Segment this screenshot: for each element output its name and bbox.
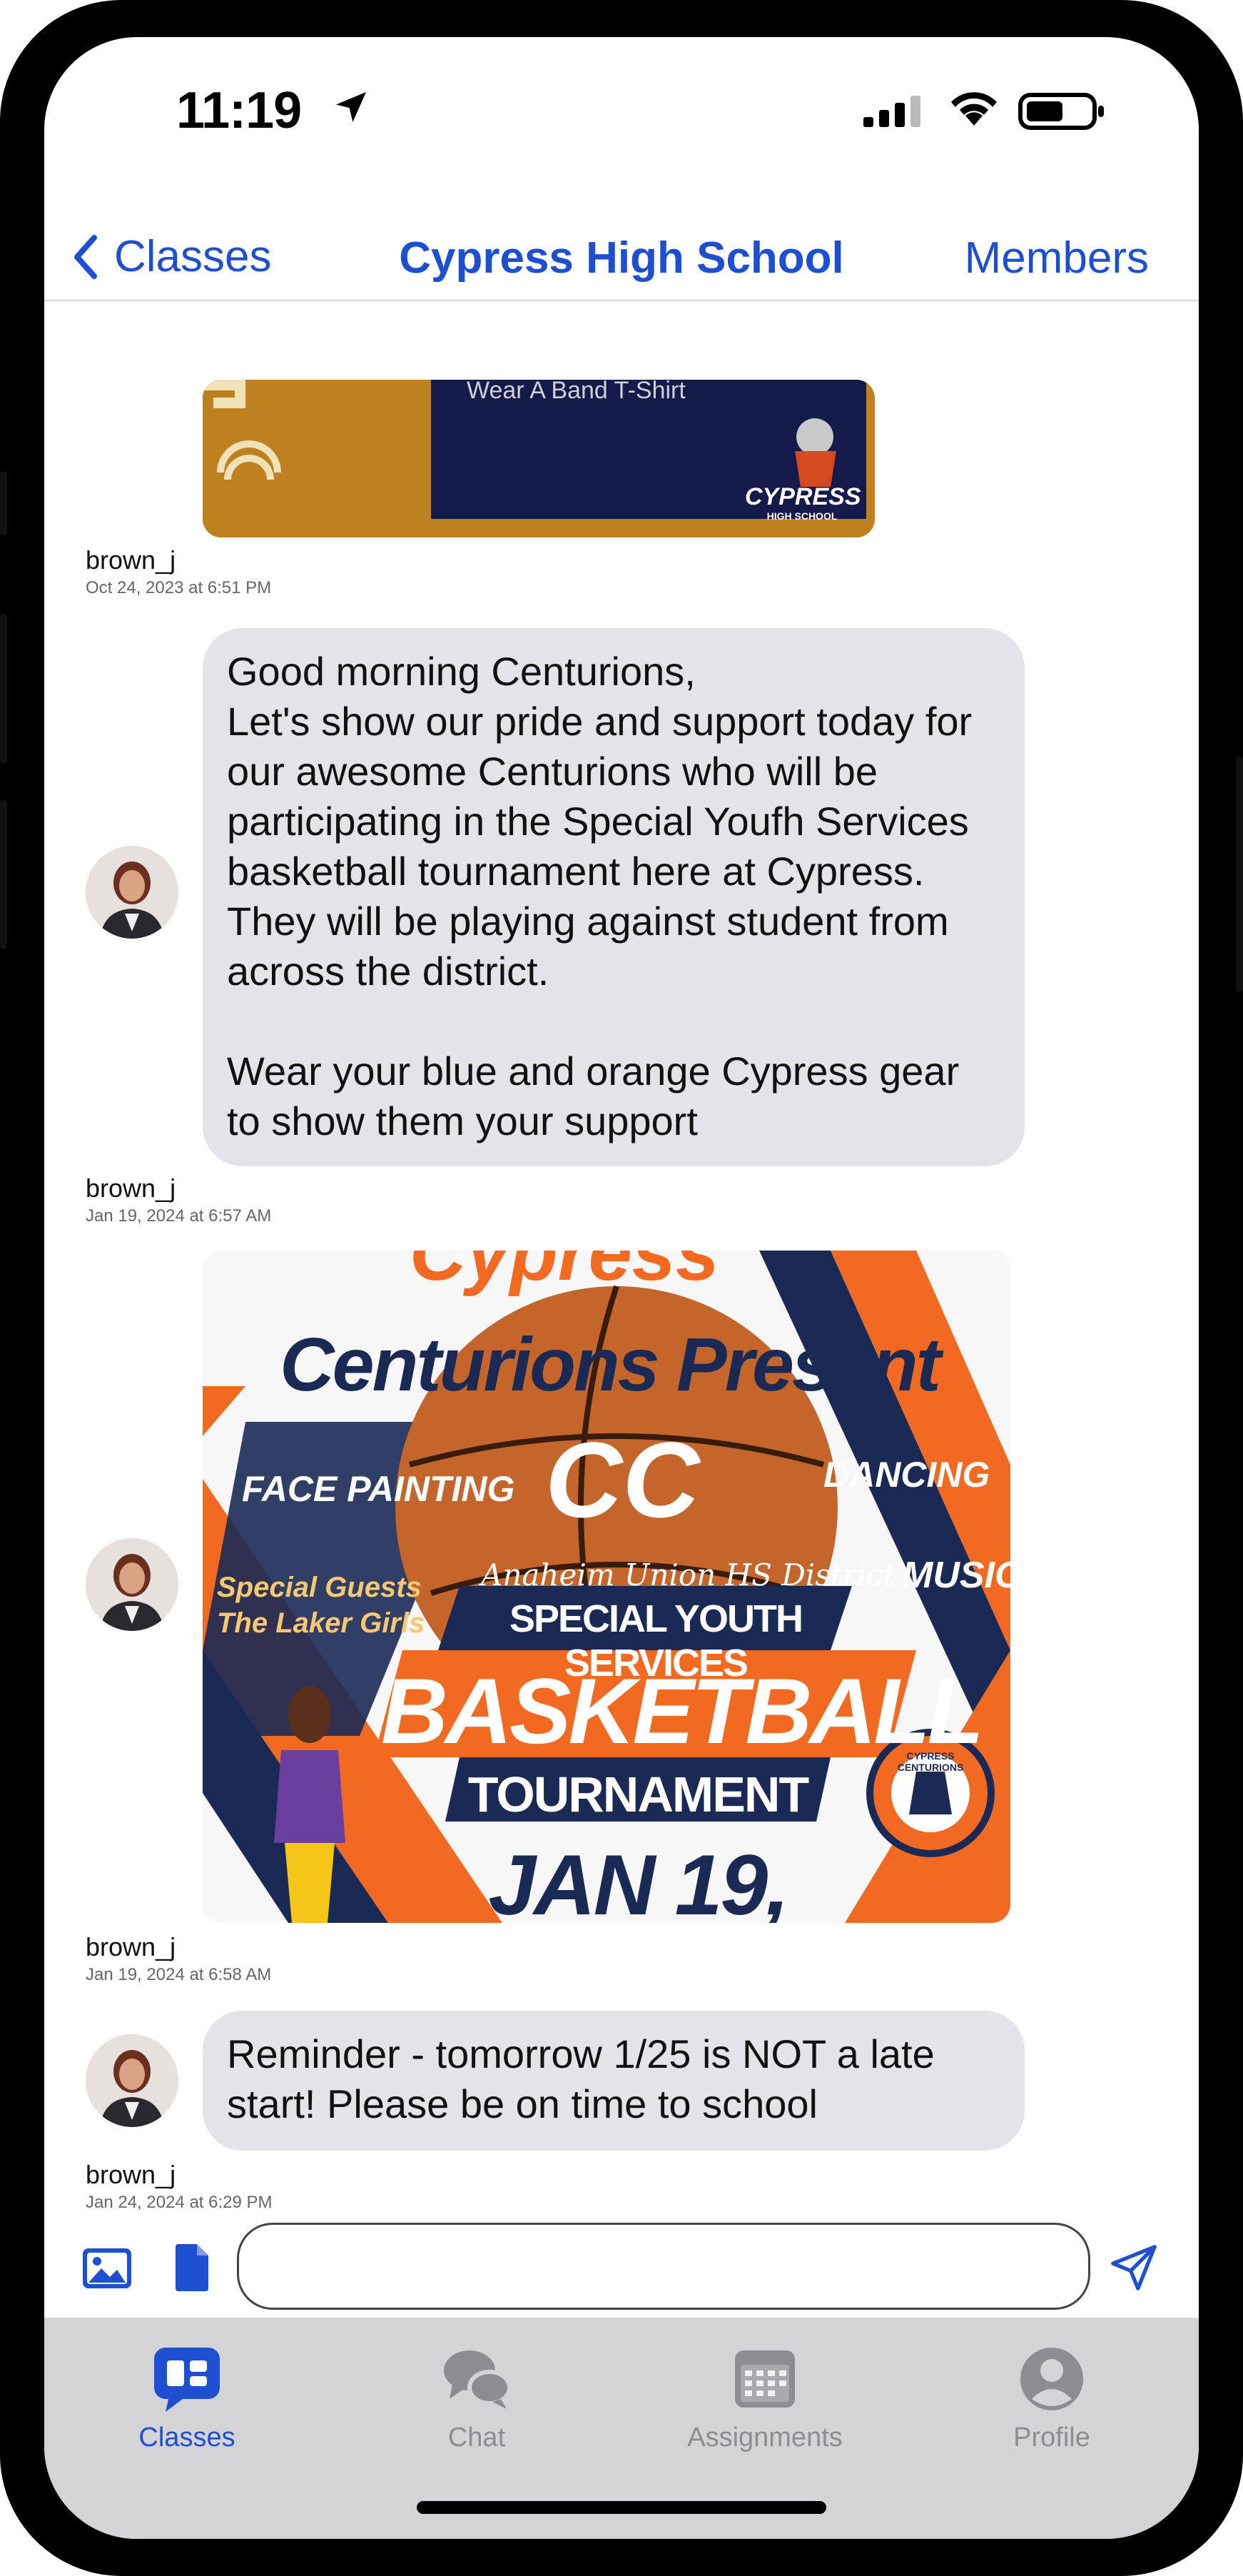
message-author: brown_j bbox=[86, 545, 176, 575]
message-timestamp: Oct 24, 2023 at 6:51 PM bbox=[86, 578, 272, 597]
avatar-photo bbox=[86, 846, 178, 939]
classes-tab-icon bbox=[154, 2348, 220, 2412]
avatar-photo bbox=[86, 1538, 178, 1631]
message-composer bbox=[44, 2203, 1199, 2324]
location-arrow-icon bbox=[336, 92, 366, 122]
tab-label: Assignments bbox=[687, 2423, 843, 2453]
flyer-dancing: DANCING bbox=[823, 1455, 990, 1495]
phone-screen: 11:19 Classes Cypress High School Member… bbox=[44, 37, 1199, 2539]
flyer-top: Cypress bbox=[410, 1251, 720, 1297]
message-author: brown_j bbox=[86, 1173, 176, 1203]
flyer-headline: Centurions Present bbox=[280, 1323, 941, 1407]
side-button bbox=[0, 471, 7, 535]
calendar-icon bbox=[735, 2350, 795, 2408]
home-indicator bbox=[417, 2501, 826, 2514]
flyer-seal: CYPRESS CENTURIONS bbox=[897, 1750, 964, 1773]
flyer-guests-line1: Special Guests bbox=[217, 1572, 422, 1603]
avatar[interactable] bbox=[86, 846, 178, 939]
send-icon[interactable] bbox=[1109, 2243, 1159, 2293]
flyer-district: Anaheim Union HS District bbox=[481, 1557, 896, 1592]
message-image[interactable]: Wear A Band T-Shirt CYPRESS HIGH SCHOOL bbox=[203, 380, 875, 537]
flyer-date: JAN 19, 2024 bbox=[488, 1837, 789, 1923]
cellular-signal-icon bbox=[863, 96, 920, 127]
chat-bubbles-icon bbox=[444, 2350, 512, 2409]
cypress-badge: CYPRESS bbox=[745, 483, 861, 510]
tab-assignments[interactable]: Assignments bbox=[658, 2345, 872, 2453]
flyer-tournament: TOURNAMENT bbox=[467, 1767, 809, 1822]
status-time: 11:19 bbox=[176, 82, 302, 139]
tab-chat[interactable]: Chat bbox=[370, 2345, 584, 2453]
flyer-guests-line2: The Laker Girls bbox=[217, 1607, 425, 1639]
tab-profile[interactable]: Profile bbox=[945, 2345, 1159, 2453]
message-author: brown_j bbox=[86, 2160, 176, 2189]
message-input[interactable] bbox=[237, 2223, 1090, 2310]
flyer-face-painting: FACE PAINTING bbox=[242, 1469, 515, 1509]
message-list[interactable]: Wear A Band T-Shirt CYPRESS HIGH SCHOOL … bbox=[44, 301, 1199, 2250]
wifi-icon bbox=[951, 92, 997, 126]
message-author: brown_j bbox=[86, 1932, 176, 1961]
message-timestamp: Jan 19, 2024 at 6:58 AM bbox=[86, 1965, 272, 1984]
members-button[interactable]: Members bbox=[965, 233, 1149, 283]
tab-label: Profile bbox=[1013, 2423, 1090, 2453]
flyer-image[interactable]: Cypress Centurions Present CC FACE PAINT… bbox=[203, 1251, 1010, 1923]
volume-up-button bbox=[0, 614, 7, 764]
image-caption: Wear A Band T-Shirt bbox=[467, 380, 686, 404]
file-attach-icon[interactable] bbox=[173, 2243, 211, 2293]
avatar[interactable] bbox=[86, 2034, 178, 2127]
tab-label: Chat bbox=[447, 2423, 506, 2453]
power-button bbox=[1236, 757, 1243, 992]
message-timestamp: Jan 19, 2024 at 6:57 AM bbox=[86, 1206, 272, 1226]
flyer-music: MUSIC bbox=[902, 1555, 1010, 1596]
message-bubble[interactable]: Good morning Centurions, Let's show our … bbox=[203, 628, 1025, 1166]
volume-down-button bbox=[0, 799, 7, 949]
avatar[interactable] bbox=[86, 1538, 178, 1631]
photo-attach-icon[interactable] bbox=[81, 2247, 133, 2290]
flyer-basketball: BASKETBALL bbox=[381, 1659, 984, 1763]
tab-classes[interactable]: Classes bbox=[80, 2345, 294, 2453]
navigation-bar: Classes Cypress High School Members bbox=[44, 208, 1199, 301]
message-bubble[interactable]: Reminder - tomorrow 1/25 is NOT a late s… bbox=[203, 2011, 1025, 2151]
battery-icon bbox=[1018, 93, 1104, 130]
flyer-logo: CC bbox=[545, 1420, 700, 1540]
cypress-badge-sub: HIGH SCHOOL bbox=[766, 510, 838, 522]
avatar-photo bbox=[86, 2034, 178, 2127]
profile-icon bbox=[1020, 2348, 1083, 2410]
tab-label: Classes bbox=[138, 2423, 235, 2453]
